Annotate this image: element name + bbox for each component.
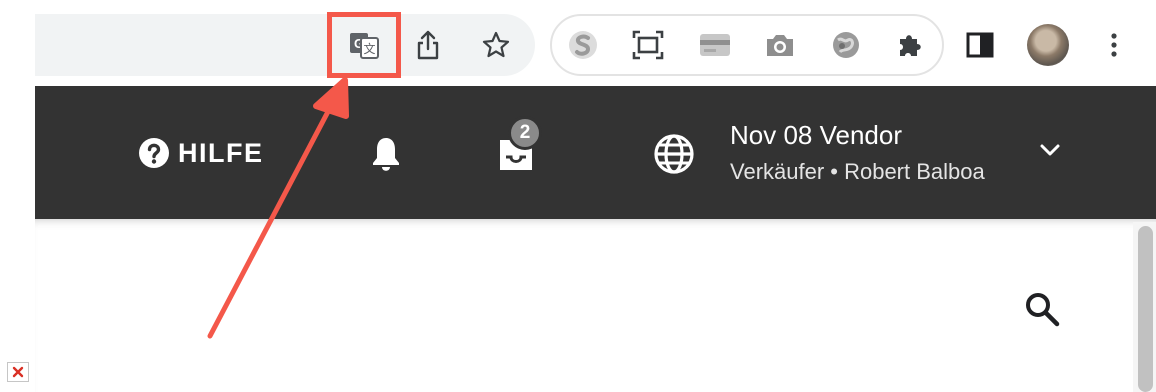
extensions-group	[550, 14, 944, 76]
broken-image-icon	[7, 362, 29, 382]
browser-toolbar: G 文	[0, 0, 1156, 86]
profile-avatar[interactable]	[1027, 24, 1069, 66]
address-bar[interactable]	[35, 14, 535, 76]
inbox-badge: 2	[508, 116, 542, 150]
more-menu-icon[interactable]	[1096, 27, 1132, 63]
search-icon[interactable]	[1020, 287, 1064, 331]
bookmark-star-icon[interactable]	[478, 27, 514, 63]
share-icon[interactable]	[410, 27, 446, 63]
help-icon[interactable]	[137, 136, 171, 170]
screenshot-frame-icon[interactable]	[630, 27, 666, 63]
account-title[interactable]: Nov 08 Vendor	[730, 119, 902, 151]
globe-icon[interactable]	[652, 132, 696, 176]
extensions-puzzle-icon[interactable]	[893, 27, 929, 63]
translate-highlight-box	[327, 12, 401, 78]
bell-icon[interactable]	[370, 134, 402, 174]
extension-s-icon[interactable]	[565, 27, 601, 63]
globe-extension-icon[interactable]	[828, 27, 864, 63]
page-content	[35, 219, 1156, 392]
chevron-down-icon[interactable]	[1034, 134, 1066, 166]
camera-icon[interactable]	[762, 27, 798, 63]
scrollbar-thumb[interactable]	[1138, 226, 1153, 392]
account-subtitle[interactable]: Verkäufer • Robert Balboa	[730, 157, 985, 187]
side-panel-icon[interactable]	[962, 27, 998, 63]
help-label[interactable]: HILFE	[178, 135, 264, 171]
card-extension-icon[interactable]	[697, 27, 733, 63]
